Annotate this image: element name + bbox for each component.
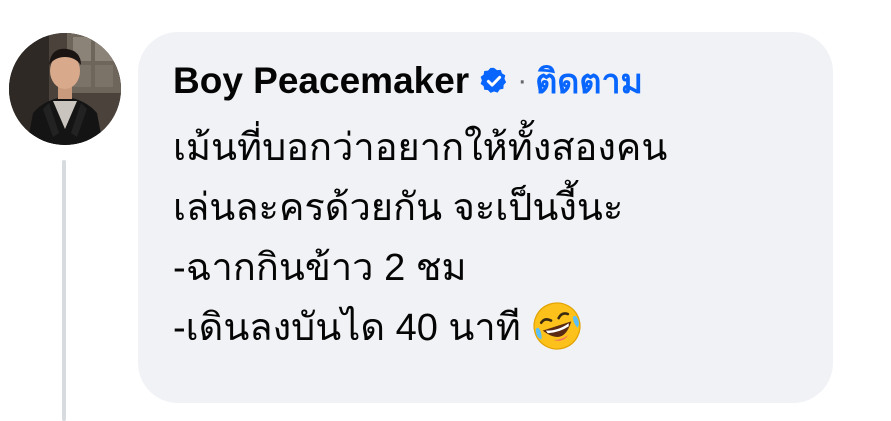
- comment-header: Boy Peacemaker · ติดตาม: [173, 56, 643, 106]
- follow-button[interactable]: ติดตาม: [535, 54, 643, 108]
- comment-line: เม้นที่บอกว่าอยากให้ทั้งสองคน: [173, 127, 668, 169]
- verified-check-icon: [479, 66, 509, 96]
- comment: Boy Peacemaker · ติดตาม เม้นที่บอกว่าอยา…: [0, 0, 891, 421]
- comment-line-text: -เดินลงบันได 40 นาที: [173, 307, 521, 349]
- comment-line-last: -เดินลงบันได 40 นาที: [173, 298, 823, 358]
- author-name[interactable]: Boy Peacemaker: [173, 60, 469, 102]
- avatar[interactable]: [9, 33, 121, 145]
- comment-line: -ฉากกินข้าว 2 ชม: [173, 247, 467, 289]
- comment-text: เม้นที่บอกว่าอยากให้ทั้งสองคน เล่นละครด้…: [173, 118, 823, 358]
- laughing-emoji-icon: [531, 300, 583, 352]
- thread-line: [62, 160, 66, 421]
- avatar-photo: [9, 33, 121, 145]
- separator-dot: ·: [517, 64, 528, 97]
- comment-bubble: Boy Peacemaker · ติดตาม เม้นที่บอกว่าอยา…: [138, 32, 833, 403]
- comment-line: เล่นละครด้วยกัน จะเป็นงี้นะ: [173, 187, 624, 229]
